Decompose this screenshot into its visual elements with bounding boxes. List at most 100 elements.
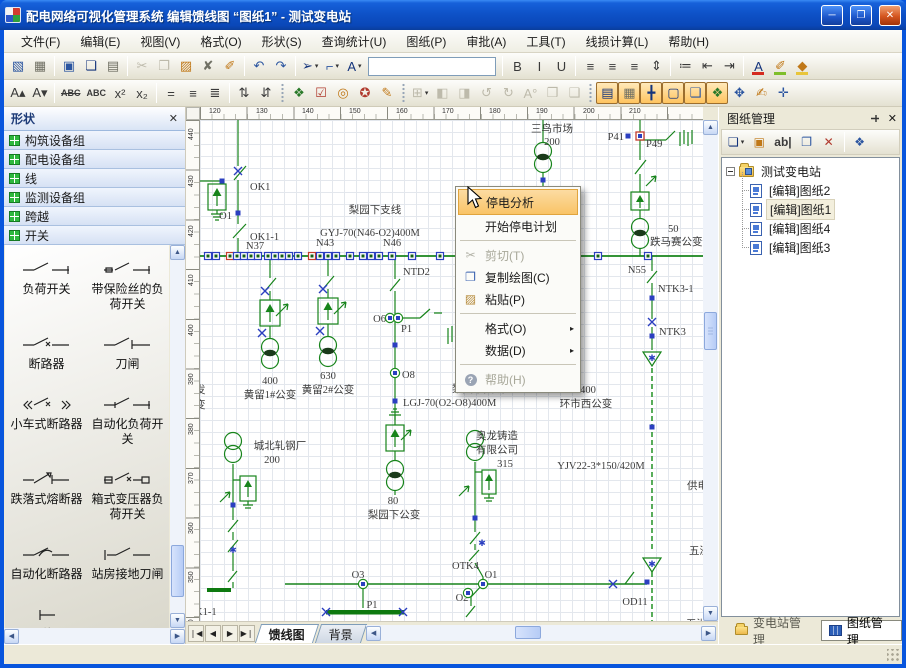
redo-button[interactable]: ↷ xyxy=(270,55,292,77)
rotate-text-button[interactable]: A° xyxy=(519,82,541,104)
menu-item-9[interactable]: 工具(T) xyxy=(517,30,574,53)
canvas-vscrollbar[interactable]: ▲ ▼ xyxy=(703,120,718,621)
style-box-input[interactable] xyxy=(368,57,496,76)
shape-item-aux-cabinet[interactable]: 副柜 xyxy=(7,606,86,628)
new-sheet-button[interactable]: ❏▾ xyxy=(725,132,747,152)
connector-tool-button[interactable]: ⌐▾ xyxy=(321,55,343,77)
scroll-down-icon[interactable]: ▼ xyxy=(703,606,718,621)
prev-page-icon[interactable]: ◀ xyxy=(205,625,221,642)
insert-picture-button[interactable]: ❖ xyxy=(288,82,310,104)
new-drawing-button[interactable]: ▧ xyxy=(7,55,29,77)
menu-item-11[interactable]: 帮助(H) xyxy=(659,30,718,53)
tree-item-sheet-4[interactable]: [编辑]图纸3 xyxy=(726,238,899,257)
scroll-down-icon[interactable]: ▼ xyxy=(170,613,185,628)
menu-item-3[interactable]: 视图(V) xyxy=(131,30,189,53)
selection-handle[interactable] xyxy=(236,211,241,216)
strikethrough-button[interactable]: ABC xyxy=(58,82,84,104)
pin-icon[interactable] xyxy=(870,113,881,124)
print-button[interactable]: ▤ xyxy=(102,55,124,77)
menu-item-2[interactable]: 编辑(E) xyxy=(71,30,129,53)
context-menu-item-4[interactable]: ✂剪切(T) xyxy=(458,244,578,266)
shape-item-load-switch[interactable]: 负荷开关 xyxy=(7,261,86,312)
selection-handle[interactable] xyxy=(541,178,546,183)
shapes-scrollbar[interactable]: ▲ ▼ xyxy=(170,245,185,628)
scrollbar-thumb[interactable] xyxy=(171,545,184,597)
no-strikethrough-button[interactable]: ABC xyxy=(84,82,110,104)
paste-button[interactable]: ▨ xyxy=(175,55,197,77)
shape-group-2[interactable]: 配电设备组 xyxy=(4,150,185,169)
shape-group-5[interactable]: 跨越 xyxy=(4,207,185,226)
title-bar[interactable]: 配电网络可视化管理系统 编辑馈线图 “图纸1” - 测试变电站 ─ ❐ ✕ xyxy=(0,0,906,30)
selection-handle[interactable] xyxy=(220,179,225,184)
tree-item-sheet-1[interactable]: [编辑]图纸2 xyxy=(726,181,899,200)
shape-item-trolley-breaker[interactable]: 小车式断路器 xyxy=(7,396,86,447)
context-menu-item-2[interactable]: 开始停电计划 xyxy=(458,215,578,237)
font-color-button[interactable]: A xyxy=(747,55,769,77)
tree-root[interactable]: 测试变电站 xyxy=(726,162,899,181)
scroll-up-icon[interactable]: ▲ xyxy=(703,120,718,135)
maximize-button[interactable]: ❐ xyxy=(850,5,872,26)
selection-handle[interactable] xyxy=(650,296,655,301)
scrollbar-thumb[interactable] xyxy=(515,626,541,639)
selection-handle[interactable] xyxy=(393,399,398,404)
tab-background[interactable]: 背景 xyxy=(315,624,367,643)
feeder-diagram-canvas[interactable]: 三鸟市场200P41P49OK1梨园下支线GYJ-70(N46-O2)400MO… xyxy=(200,120,703,621)
canvas-hscrollbar[interactable]: ◀ ▶ xyxy=(366,625,716,641)
shape-group-6[interactable]: 开关 xyxy=(4,226,185,245)
italic-button[interactable]: I xyxy=(528,55,550,77)
save-button[interactable]: ▣ xyxy=(58,55,80,77)
menu-item-6[interactable]: 查询统计(U) xyxy=(313,30,396,53)
selection-handle[interactable] xyxy=(393,343,398,348)
outdent-button[interactable]: ⇤ xyxy=(696,55,718,77)
rotate-left-button[interactable]: ↺ xyxy=(475,82,497,104)
delete-sheet-button[interactable]: ✕ xyxy=(819,132,839,152)
delete-button[interactable]: ✘ xyxy=(197,55,219,77)
context-menu-item-8[interactable]: 格式(O)▸ xyxy=(458,317,578,339)
align-shapes-button[interactable]: ⊞▾ xyxy=(409,82,431,104)
shape-item-fused-load-switch[interactable]: 带保险丝的负荷开关 xyxy=(88,261,167,312)
export-view-button[interactable]: ❖ xyxy=(850,132,870,152)
guides-toggle-button[interactable]: ╋ xyxy=(640,82,662,104)
spacing-increase-button[interactable]: ⇅ xyxy=(233,82,255,104)
selection-handle[interactable] xyxy=(645,580,650,585)
scroll-right-icon[interactable]: ▶ xyxy=(170,629,185,644)
superscript-button[interactable]: x² xyxy=(109,82,131,104)
menu-item-4[interactable]: 格式(O) xyxy=(191,30,250,53)
color-settings-button[interactable]: ❖ xyxy=(706,82,728,104)
format-brush-button[interactable]: ✐ xyxy=(219,55,241,77)
print-preview-button[interactable]: ❏ xyxy=(80,55,102,77)
bullets-button[interactable]: ≔ xyxy=(674,55,696,77)
resize-grip[interactable] xyxy=(887,649,900,662)
check-drawing-button[interactable]: ☑ xyxy=(310,82,332,104)
menu-item-10[interactable]: 线损计算(L) xyxy=(577,30,658,53)
menu-item-5[interactable]: 形状(S) xyxy=(253,30,311,53)
last-page-icon[interactable]: ▶❘ xyxy=(239,625,255,642)
properties-button[interactable]: ✍ xyxy=(750,82,772,104)
panel-tab-substation-manager[interactable]: 变电站管理 xyxy=(727,620,820,641)
undo-button[interactable]: ↶ xyxy=(248,55,270,77)
font-decrease-button[interactable]: A▾ xyxy=(29,82,51,104)
open-sheet-button[interactable]: ▣ xyxy=(749,132,769,152)
shape-item-knife-switch[interactable]: 刀闸 xyxy=(88,336,167,372)
context-menu-item-6[interactable]: ▨粘贴(P) xyxy=(458,288,578,310)
scroll-up-icon[interactable]: ▲ xyxy=(170,245,185,260)
context-menu-item-1[interactable]: 停电分析 xyxy=(458,189,578,215)
ruler-toggle-button[interactable]: ▤ xyxy=(596,82,618,104)
selection-handle[interactable] xyxy=(650,425,655,430)
font-increase-button[interactable]: A▴ xyxy=(7,82,29,104)
minimize-button[interactable]: ─ xyxy=(821,5,843,26)
align-left-button[interactable]: ≡ xyxy=(579,55,601,77)
underline-button[interactable]: U xyxy=(550,55,572,77)
line-spacing-15-button[interactable]: ≡ xyxy=(182,82,204,104)
find-document-button[interactable]: ◎ xyxy=(332,82,354,104)
line-spacing-double-button[interactable]: ≣ xyxy=(204,82,226,104)
panel-tab-sheet-manager[interactable]: 图纸管理 xyxy=(821,620,902,641)
shape-item-station-ground-knife[interactable]: 站房接地刀闸 xyxy=(88,546,167,582)
shape-item-auto-load-switch[interactable]: 自动化负荷开关 xyxy=(88,396,167,447)
group-button[interactable]: ❒ xyxy=(541,82,563,104)
shape-item-box-transformer-switch[interactable]: 箱式变压器负荷开关 xyxy=(88,471,167,522)
copy-sheet-button[interactable]: ❐ xyxy=(797,132,817,152)
grid-toggle-button[interactable]: ▦ xyxy=(618,82,640,104)
shape-group-4[interactable]: 监测设备组 xyxy=(4,188,185,207)
flip-vertical-button[interactable]: ◨ xyxy=(453,82,475,104)
